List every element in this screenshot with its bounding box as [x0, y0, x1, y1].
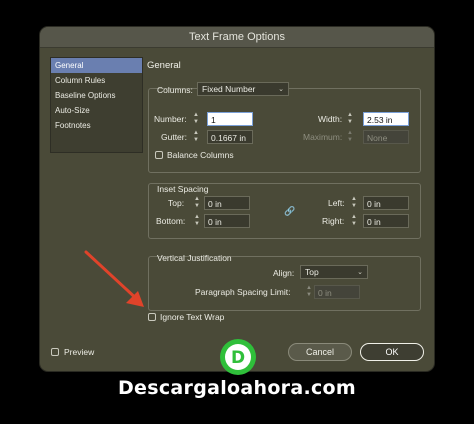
- gutter-stepper-icon[interactable]: ▲ ▼: [192, 130, 200, 144]
- balance-columns-label: Balance Columns: [167, 150, 234, 160]
- gutter-label: Gutter:: [161, 132, 187, 142]
- maximum-input: None: [363, 130, 409, 144]
- sidebar-item-auto-size[interactable]: Auto-Size: [51, 103, 142, 118]
- watermark-logo: D: [220, 339, 256, 375]
- chevron-down-icon: ⌄: [357, 269, 363, 276]
- sidebar-item-column-rules[interactable]: Column Rules: [51, 73, 142, 88]
- inset-spacing-title: Inset Spacing: [157, 184, 209, 194]
- annotation-arrow: [84, 250, 144, 307]
- ignore-text-wrap-label: Ignore Text Wrap: [160, 312, 225, 322]
- sidebar-item-footnotes[interactable]: Footnotes: [51, 118, 142, 133]
- paragraph-spacing-stepper-icon[interactable]: ▲ ▼: [305, 285, 313, 299]
- bottom-stepper-icon[interactable]: ▲ ▼: [193, 214, 201, 228]
- right-label: Right:: [322, 216, 345, 226]
- number-label: Number:: [154, 114, 187, 124]
- sidebar: General Column Rules Baseline Options Au…: [50, 57, 143, 153]
- link-icon[interactable]: 🔗: [284, 206, 295, 217]
- columns-select[interactable]: Fixed Number ⌄: [197, 82, 289, 96]
- left-label: Left:: [328, 198, 345, 208]
- maximum-stepper-icon: ▲ ▼: [347, 130, 353, 143]
- right-inset-input[interactable]: 0 in: [363, 214, 409, 228]
- align-select[interactable]: Top ⌄: [300, 265, 368, 279]
- cancel-button[interactable]: Cancel: [288, 343, 352, 361]
- gutter-input[interactable]: 0.1667 in: [207, 130, 253, 144]
- vertical-justification-title: Vertical Justification: [157, 253, 232, 263]
- align-label: Align:: [273, 268, 295, 278]
- left-inset-input[interactable]: 0 in: [363, 196, 409, 210]
- width-input[interactable]: 2.53 in: [363, 112, 409, 126]
- bottom-label: Bottom:: [156, 216, 186, 226]
- watermark-text: Descargaloahora.com: [117, 377, 357, 399]
- preview-label: Preview: [64, 347, 95, 357]
- ok-button[interactable]: OK: [360, 343, 424, 361]
- right-stepper-icon[interactable]: ▲ ▼: [350, 214, 358, 228]
- left-stepper-icon[interactable]: ▲ ▼: [350, 196, 358, 210]
- align-select-value: Top: [305, 267, 319, 277]
- ignore-text-wrap-checkbox[interactable]: [148, 313, 156, 321]
- vertical-justification-group: [148, 256, 421, 311]
- paragraph-spacing-label: Paragraph Spacing Limit:: [195, 287, 291, 297]
- preview-checkbox[interactable]: [51, 348, 59, 356]
- width-stepper-icon[interactable]: ▲ ▼: [346, 112, 354, 126]
- columns-select-value: Fixed Number: [202, 84, 256, 94]
- sidebar-item-baseline-options[interactable]: Baseline Options: [51, 88, 142, 103]
- number-input[interactable]: 1: [207, 112, 253, 126]
- logo-letter: D: [231, 348, 245, 368]
- dialog-window: Text Frame Options General Column Rules …: [40, 27, 434, 371]
- balance-columns-checkbox[interactable]: [155, 151, 163, 159]
- sidebar-item-general[interactable]: General: [51, 58, 142, 73]
- width-label: Width:: [318, 114, 343, 124]
- chevron-down-icon: ⌄: [278, 86, 284, 93]
- dialog-title: Text Frame Options: [40, 27, 434, 48]
- top-inset-input[interactable]: 0 in: [204, 196, 250, 210]
- number-stepper-icon[interactable]: ▲ ▼: [192, 112, 200, 126]
- paragraph-spacing-input[interactable]: 0 in: [314, 285, 360, 299]
- top-label: Top:: [168, 198, 185, 208]
- columns-label: Columns:: [157, 85, 193, 95]
- section-title: General: [147, 60, 181, 71]
- top-stepper-icon[interactable]: ▲ ▼: [193, 196, 201, 210]
- maximum-label: Maximum:: [303, 132, 343, 142]
- bottom-inset-input[interactable]: 0 in: [204, 214, 250, 228]
